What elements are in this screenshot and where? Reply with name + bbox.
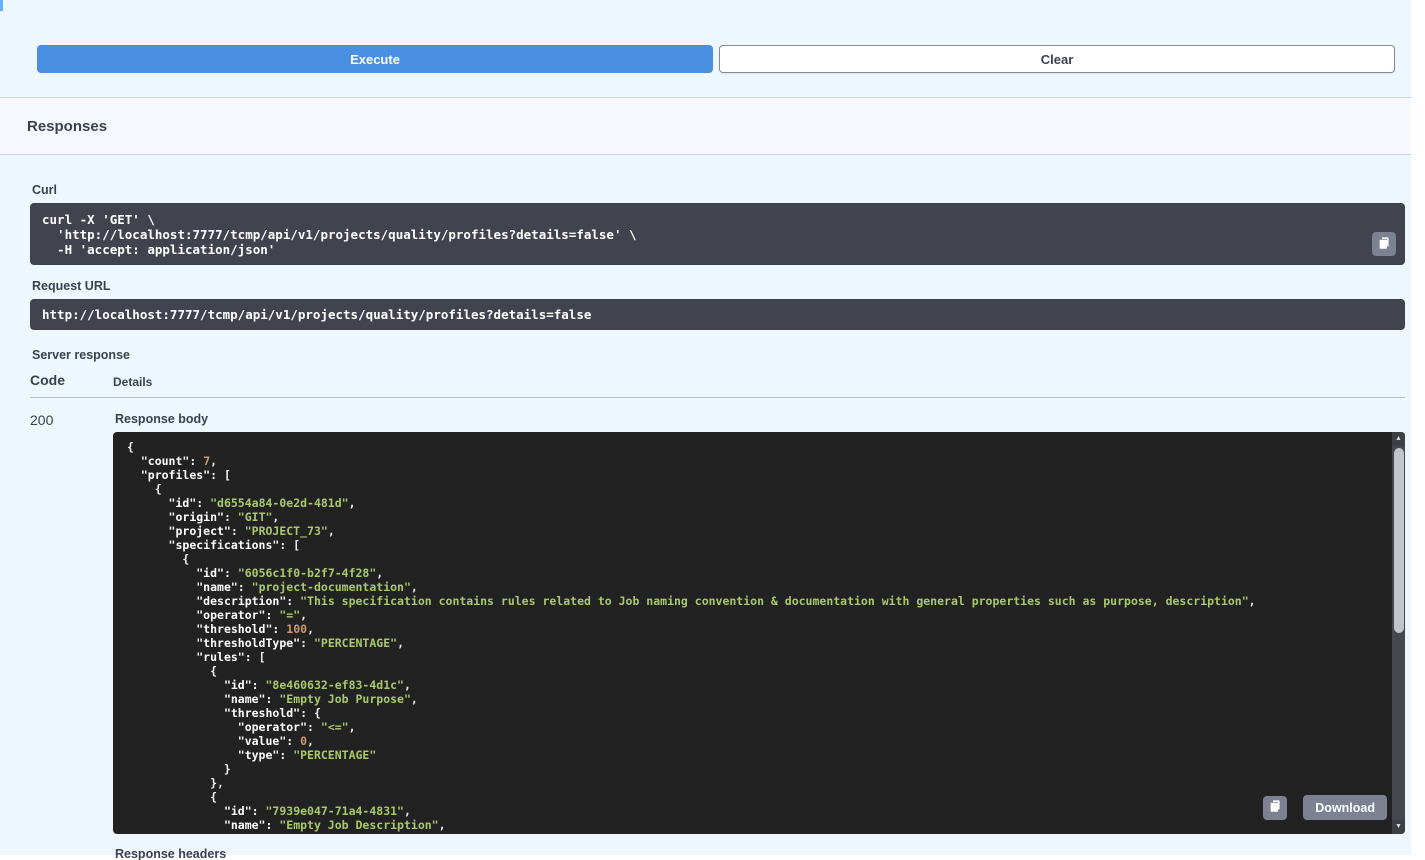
clear-button[interactable]: Clear bbox=[719, 45, 1395, 73]
server-response-table: Code Details 200 Response body { "count"… bbox=[30, 372, 1405, 860]
scroll-down-arrow-icon[interactable]: ▼ bbox=[1392, 820, 1405, 834]
server-response-label: Server response bbox=[32, 348, 1405, 362]
opblock-accent-border bbox=[0, 0, 3, 11]
request-url-label: Request URL bbox=[32, 279, 1405, 293]
responses-inner: Curl curl -X 'GET' \ 'http://localhost:7… bbox=[0, 183, 1411, 860]
copy-response-button[interactable] bbox=[1263, 796, 1287, 820]
scrollbar-thumb[interactable] bbox=[1394, 448, 1404, 633]
swagger-page: Execute Clear Responses Curl curl -X 'GE… bbox=[0, 0, 1425, 860]
request-url-text[interactable]: http://localhost:7777/tcmp/api/v1/projec… bbox=[30, 299, 1405, 330]
response-body-json[interactable]: { "count": 7, "profiles": [ { "id": "d65… bbox=[113, 432, 1405, 834]
copy-curl-button[interactable] bbox=[1372, 232, 1396, 256]
clipboard-icon bbox=[1378, 236, 1391, 253]
response-body-scrollbar[interactable]: ▲ ▼ bbox=[1392, 432, 1405, 834]
response-table-header: Code Details bbox=[30, 372, 1405, 398]
curl-label: Curl bbox=[32, 183, 1405, 197]
code-column-header: Code bbox=[30, 372, 113, 389]
response-body-actions: Download bbox=[1263, 795, 1387, 820]
responses-section-header: Responses bbox=[0, 98, 1411, 155]
request-url-block: http://localhost:7777/tcmp/api/v1/projec… bbox=[30, 299, 1405, 330]
response-row: 200 Response body { "count": 7, "profile… bbox=[30, 398, 1405, 860]
responses-title: Responses bbox=[27, 118, 107, 135]
response-body-block: { "count": 7, "profiles": [ { "id": "d65… bbox=[113, 432, 1405, 834]
response-details-cell: Response body { "count": 7, "profiles": … bbox=[113, 412, 1405, 860]
status-code: 200 bbox=[30, 412, 113, 860]
curl-command-block: curl -X 'GET' \ 'http://localhost:7777/t… bbox=[30, 203, 1405, 265]
execute-wrapper: Execute Clear bbox=[0, 0, 1411, 98]
execute-button[interactable]: Execute bbox=[37, 45, 713, 73]
curl-command-text[interactable]: curl -X 'GET' \ 'http://localhost:7777/t… bbox=[30, 203, 1405, 265]
scroll-up-arrow-icon[interactable]: ▲ bbox=[1392, 432, 1405, 446]
response-body-label: Response body bbox=[115, 412, 1405, 426]
operation-panel: Execute Clear Responses Curl curl -X 'GE… bbox=[0, 0, 1411, 855]
clipboard-icon bbox=[1269, 799, 1282, 816]
response-headers-label: Response headers bbox=[115, 847, 1405, 860]
download-button[interactable]: Download bbox=[1303, 795, 1387, 820]
details-column-header: Details bbox=[113, 372, 1405, 389]
